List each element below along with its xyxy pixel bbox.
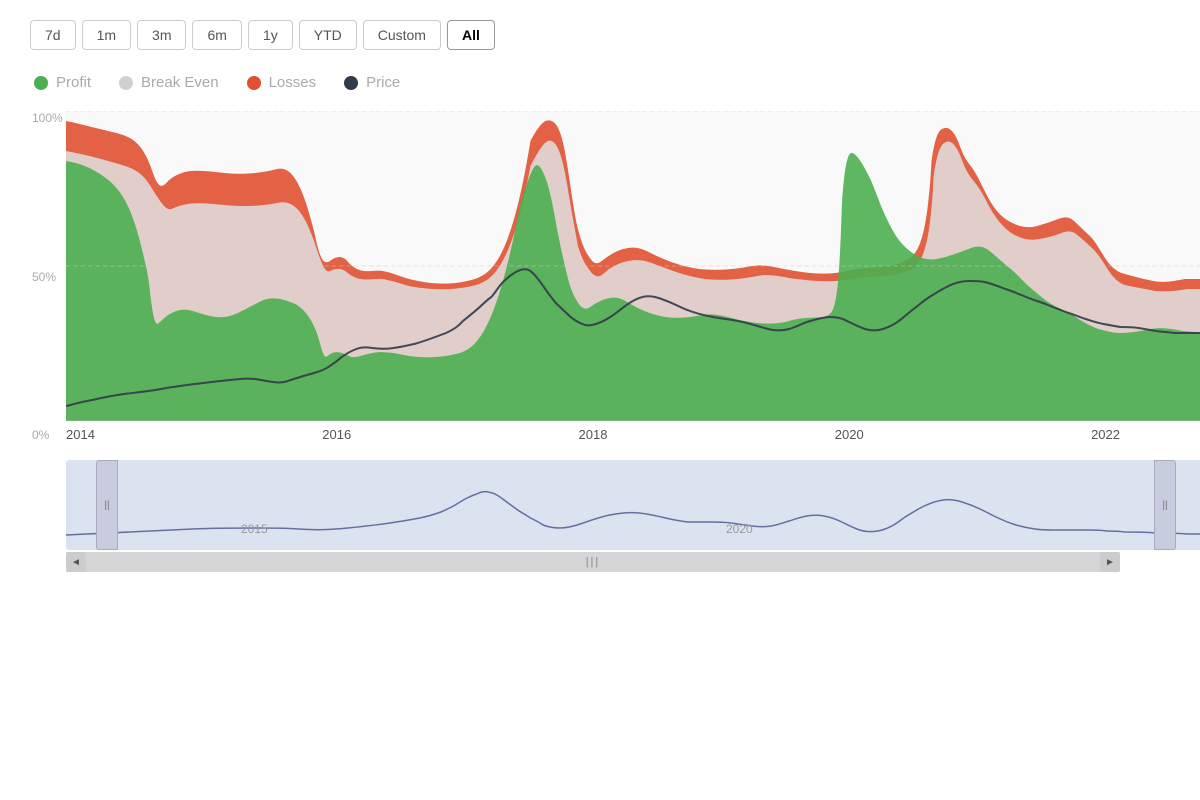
y-label-0: 0% [32, 428, 70, 442]
legend-profit: Profit [34, 74, 91, 91]
filter-1m-button[interactable]: 1m [82, 20, 131, 50]
scrollbar-grip-icon: ||| [586, 556, 601, 568]
price-dot [344, 76, 358, 90]
scrollbar[interactable]: ◄ ||| ► [66, 552, 1120, 572]
legend-break-even: Break Even [119, 74, 219, 91]
right-arrow-icon: ► [1105, 557, 1115, 568]
left-arrow-icon: ◄ [71, 557, 81, 568]
time-filter-bar: 7d 1m 3m 6m 1y YTD Custom All [30, 20, 1170, 50]
legend-losses: Losses [247, 74, 317, 91]
main-chart-wrapper: 100% 50% 0% [30, 111, 1170, 572]
x-label-2020: 2020 [835, 427, 864, 442]
profit-dot [34, 76, 48, 90]
scrollbar-thumb[interactable]: ||| [86, 552, 1100, 572]
x-label-2014: 2014 [66, 427, 95, 442]
scrollbar-left-arrow[interactable]: ◄ [66, 552, 86, 572]
x-axis-labels: 2014 2016 2018 2020 2022 [66, 427, 1120, 442]
y-axis-left: 100% 50% 0% [32, 111, 70, 442]
navigator-svg [66, 460, 1200, 550]
filter-3m-button[interactable]: 3m [137, 20, 186, 50]
navigator-year-2015: 2015 [241, 522, 268, 536]
profit-label: Profit [56, 74, 91, 91]
price-label: Price [366, 74, 400, 91]
navigator-left-handle-icon: || [104, 500, 109, 511]
navigator-handle-left[interactable]: || [96, 460, 118, 550]
filter-7d-button[interactable]: 7d [30, 20, 76, 50]
x-label-2016: 2016 [322, 427, 351, 442]
chart-legend: Profit Break Even Losses Price [30, 74, 1170, 91]
break-even-dot [119, 76, 133, 90]
filter-custom-button[interactable]: Custom [363, 20, 441, 50]
filter-all-button[interactable]: All [447, 20, 495, 50]
break-even-label: Break Even [141, 74, 219, 91]
x-label-2022: 2022 [1091, 427, 1120, 442]
y-label-50: 50% [32, 270, 70, 284]
filter-6m-button[interactable]: 6m [192, 20, 241, 50]
main-chart: $337 $253 $169 $85 $1 [66, 111, 1200, 421]
legend-price: Price [344, 74, 400, 91]
filter-ytd-button[interactable]: YTD [299, 20, 357, 50]
losses-dot [247, 76, 261, 90]
x-label-2018: 2018 [579, 427, 608, 442]
chart-svg [66, 111, 1200, 421]
navigator-handle-right[interactable]: || [1154, 460, 1176, 550]
navigator-year-2020: 2020 [726, 522, 753, 536]
y-label-100: 100% [32, 111, 70, 125]
navigator-right-handle-icon: || [1162, 500, 1167, 511]
navigator[interactable]: || || 2015 2020 [66, 460, 1200, 550]
scrollbar-right-arrow[interactable]: ► [1100, 552, 1120, 572]
filter-1y-button[interactable]: 1y [248, 20, 293, 50]
losses-label: Losses [269, 74, 317, 91]
